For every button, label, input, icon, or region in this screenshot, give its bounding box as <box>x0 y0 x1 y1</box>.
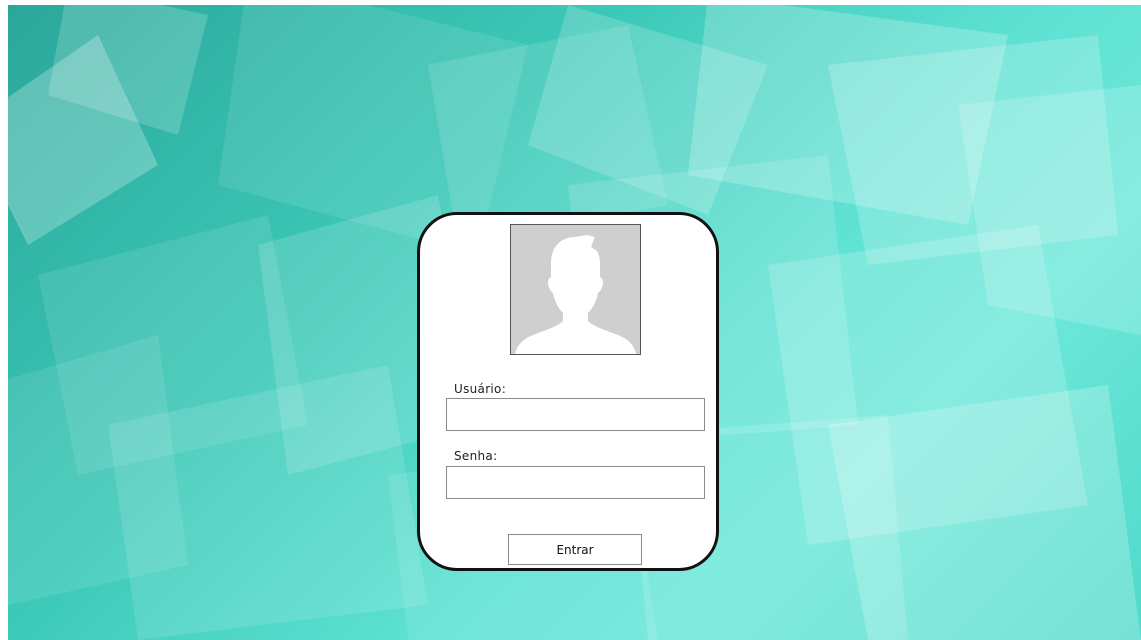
silhouette-graphic <box>515 235 636 354</box>
user-silhouette-icon <box>510 224 641 355</box>
password-label: Senha: <box>454 449 498 463</box>
username-label: Usuário: <box>454 382 507 396</box>
username-input[interactable] <box>446 398 705 431</box>
login-card: Usuário: Senha: Entrar <box>417 212 719 571</box>
password-input[interactable] <box>446 466 705 499</box>
submit-button[interactable]: Entrar <box>508 534 642 565</box>
